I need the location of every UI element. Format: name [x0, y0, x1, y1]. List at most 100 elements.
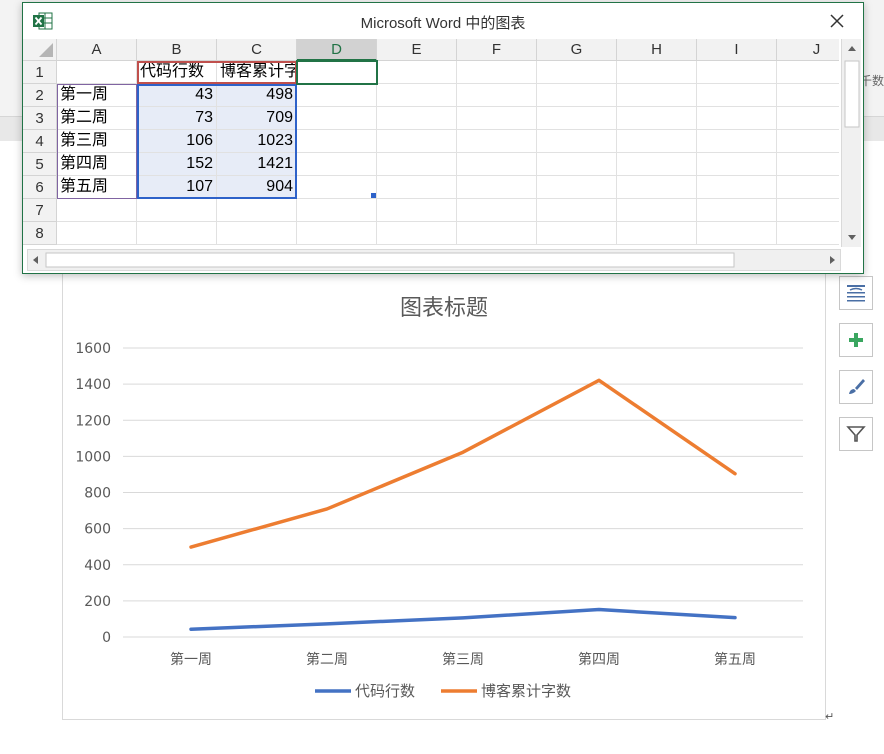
- chart-elements-button[interactable]: [839, 323, 873, 357]
- cell-d5[interactable]: [297, 153, 377, 176]
- row-header-8[interactable]: 8: [23, 222, 57, 245]
- cell-c3[interactable]: 709: [217, 107, 297, 130]
- cell-j8[interactable]: [777, 222, 839, 245]
- cell-j3[interactable]: [777, 107, 839, 130]
- row-header-7[interactable]: 7: [23, 199, 57, 222]
- spreadsheet-grid[interactable]: ABCDEFGHIJ12345678代码行数博客累计字数第一周43498第二周7…: [23, 39, 839, 247]
- cell-j4[interactable]: [777, 130, 839, 153]
- cell-f7[interactable]: [457, 199, 537, 222]
- cell-h6[interactable]: [617, 176, 697, 199]
- column-header-g[interactable]: G: [537, 39, 617, 61]
- vertical-scrollbar[interactable]: [841, 39, 861, 247]
- cell-b5[interactable]: 152: [137, 153, 217, 176]
- cell-c2[interactable]: 498: [217, 84, 297, 107]
- cell-b7[interactable]: [137, 199, 217, 222]
- row-header-3[interactable]: 3: [23, 107, 57, 130]
- cell-f5[interactable]: [457, 153, 537, 176]
- column-header-d[interactable]: D: [297, 39, 377, 61]
- cell-e1[interactable]: [377, 61, 457, 84]
- cell-j5[interactable]: [777, 153, 839, 176]
- column-header-i[interactable]: I: [697, 39, 777, 61]
- cell-a7[interactable]: [57, 199, 137, 222]
- cell-c7[interactable]: [217, 199, 297, 222]
- close-button[interactable]: [825, 9, 849, 33]
- cell-e3[interactable]: [377, 107, 457, 130]
- cell-c5[interactable]: 1421: [217, 153, 297, 176]
- row-header-4[interactable]: 4: [23, 130, 57, 153]
- cell-h5[interactable]: [617, 153, 697, 176]
- window-titlebar[interactable]: Microsoft Word 中的图表: [23, 3, 863, 39]
- cell-g1[interactable]: [537, 61, 617, 84]
- cell-d7[interactable]: [297, 199, 377, 222]
- cell-j1[interactable]: [777, 61, 839, 84]
- column-header-h[interactable]: H: [617, 39, 697, 61]
- cell-g4[interactable]: [537, 130, 617, 153]
- cell-i1[interactable]: [697, 61, 777, 84]
- cell-d6[interactable]: [297, 176, 377, 199]
- cell-h7[interactable]: [617, 199, 697, 222]
- cell-j7[interactable]: [777, 199, 839, 222]
- cell-a2[interactable]: 第一周: [57, 84, 137, 107]
- column-header-b[interactable]: B: [137, 39, 217, 61]
- cell-j6[interactable]: [777, 176, 839, 199]
- cell-e4[interactable]: [377, 130, 457, 153]
- cell-c6[interactable]: 904: [217, 176, 297, 199]
- cell-c8[interactable]: [217, 222, 297, 245]
- cell-e8[interactable]: [377, 222, 457, 245]
- cell-g8[interactable]: [537, 222, 617, 245]
- cell-i5[interactable]: [697, 153, 777, 176]
- cell-h2[interactable]: [617, 84, 697, 107]
- cell-a1[interactable]: [57, 61, 137, 84]
- range-resize-handle[interactable]: [371, 193, 376, 198]
- cell-i4[interactable]: [697, 130, 777, 153]
- row-header-5[interactable]: 5: [23, 153, 57, 176]
- cell-d2[interactable]: [297, 84, 377, 107]
- cell-e2[interactable]: [377, 84, 457, 107]
- cell-e6[interactable]: [377, 176, 457, 199]
- cell-b6[interactable]: 107: [137, 176, 217, 199]
- cell-b4[interactable]: 106: [137, 130, 217, 153]
- cell-h1[interactable]: [617, 61, 697, 84]
- cell-b3[interactable]: 73: [137, 107, 217, 130]
- layout-options-button[interactable]: [839, 276, 873, 310]
- cell-b2[interactable]: 43: [137, 84, 217, 107]
- cell-c4[interactable]: 1023: [217, 130, 297, 153]
- column-header-j[interactable]: J: [777, 39, 839, 61]
- cell-a6[interactable]: 第五周: [57, 176, 137, 199]
- cell-d3[interactable]: [297, 107, 377, 130]
- cell-i6[interactable]: [697, 176, 777, 199]
- cell-b8[interactable]: [137, 222, 217, 245]
- column-header-e[interactable]: E: [377, 39, 457, 61]
- cell-a3[interactable]: 第二周: [57, 107, 137, 130]
- cell-f6[interactable]: [457, 176, 537, 199]
- select-all-corner[interactable]: [23, 39, 57, 61]
- cell-e7[interactable]: [377, 199, 457, 222]
- cell-f4[interactable]: [457, 130, 537, 153]
- cell-i3[interactable]: [697, 107, 777, 130]
- column-header-f[interactable]: F: [457, 39, 537, 61]
- cell-i8[interactable]: [697, 222, 777, 245]
- cell-h3[interactable]: [617, 107, 697, 130]
- cell-a8[interactable]: [57, 222, 137, 245]
- cell-f3[interactable]: [457, 107, 537, 130]
- column-header-c[interactable]: C: [217, 39, 297, 61]
- cell-i7[interactable]: [697, 199, 777, 222]
- column-header-a[interactable]: A: [57, 39, 137, 61]
- cell-g7[interactable]: [537, 199, 617, 222]
- row-header-2[interactable]: 2: [23, 84, 57, 107]
- cell-i2[interactable]: [697, 84, 777, 107]
- cell-j2[interactable]: [777, 84, 839, 107]
- cell-b1[interactable]: 代码行数: [137, 61, 217, 84]
- cell-a5[interactable]: 第四周: [57, 153, 137, 176]
- cell-g6[interactable]: [537, 176, 617, 199]
- cell-d1[interactable]: [297, 61, 377, 84]
- cell-g2[interactable]: [537, 84, 617, 107]
- cell-f2[interactable]: [457, 84, 537, 107]
- row-header-1[interactable]: 1: [23, 61, 57, 84]
- cell-a4[interactable]: 第三周: [57, 130, 137, 153]
- cell-d4[interactable]: [297, 130, 377, 153]
- cell-h8[interactable]: [617, 222, 697, 245]
- horizontal-scrollbar[interactable]: [27, 249, 841, 271]
- cell-c1[interactable]: 博客累计字数: [217, 61, 297, 84]
- cell-f1[interactable]: [457, 61, 537, 84]
